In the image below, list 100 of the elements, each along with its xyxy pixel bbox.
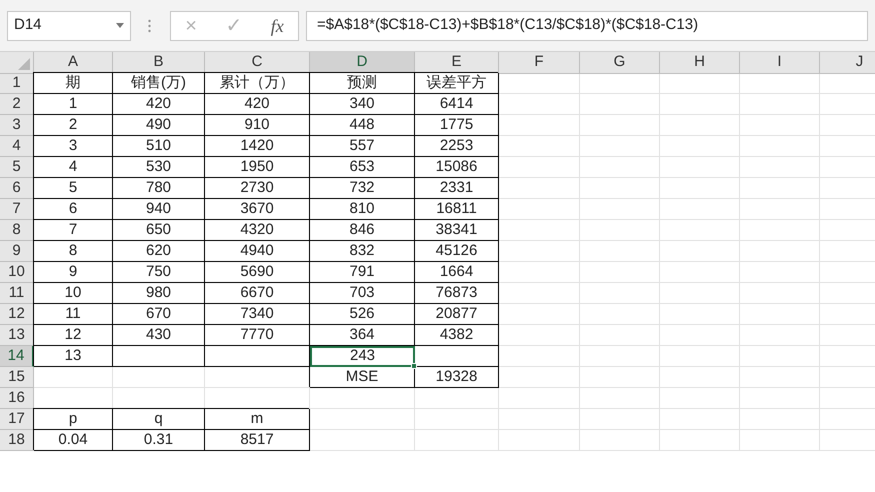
table-cell[interactable]: 1950: [205, 157, 310, 178]
row-header[interactable]: 11: [0, 283, 34, 304]
table-cell[interactable]: MSE: [310, 367, 415, 388]
table-cell[interactable]: 557: [310, 136, 415, 157]
column-header[interactable]: B: [113, 52, 205, 74]
table-cell[interactable]: 526: [310, 304, 415, 325]
table-cell[interactable]: 846: [310, 220, 415, 241]
table-cell[interactable]: 2253: [415, 136, 499, 157]
table-cell[interactable]: 15086: [415, 157, 499, 178]
table-cell[interactable]: 7340: [205, 304, 310, 325]
column-header[interactable]: A: [34, 52, 113, 74]
table-cell[interactable]: p: [34, 409, 113, 430]
table-cell[interactable]: 2730: [205, 178, 310, 199]
table-cell[interactable]: 832: [310, 241, 415, 262]
fill-handle[interactable]: [411, 363, 417, 369]
table-cell[interactable]: 12: [34, 325, 113, 346]
row-header[interactable]: 6: [0, 178, 34, 199]
table-cell[interactable]: 38341: [415, 220, 499, 241]
formula-field[interactable]: =$A$18*($C$18-C13)+$B$18*(C13/$C$18)*($C$18-C13): [306, 10, 868, 40]
row-header[interactable]: 18: [0, 430, 34, 451]
table-cell[interactable]: 误差平方: [415, 73, 499, 94]
row-header[interactable]: 13: [0, 325, 34, 346]
table-cell[interactable]: 累计（万）: [205, 73, 310, 94]
row-header[interactable]: 16: [0, 388, 34, 409]
table-cell[interactable]: 364: [310, 325, 415, 346]
row-header[interactable]: 9: [0, 241, 34, 262]
table-cell[interactable]: 4: [34, 157, 113, 178]
table-cell[interactable]: 13: [34, 346, 113, 367]
table-cell[interactable]: 预测: [310, 73, 415, 94]
row-header[interactable]: 14: [0, 346, 34, 367]
column-header[interactable]: E: [415, 52, 499, 74]
table-cell[interactable]: 6414: [415, 94, 499, 115]
column-header[interactable]: I: [740, 52, 820, 74]
column-header[interactable]: J: [820, 52, 875, 74]
table-cell[interactable]: 20877: [415, 304, 499, 325]
row-header[interactable]: 17: [0, 409, 34, 430]
table-cell[interactable]: 420: [113, 94, 205, 115]
table-cell[interactable]: 4320: [205, 220, 310, 241]
table-cell[interactable]: 910: [205, 115, 310, 136]
table-cell[interactable]: 980: [113, 283, 205, 304]
table-cell[interactable]: 6670: [205, 283, 310, 304]
row-header[interactable]: 15: [0, 367, 34, 388]
table-cell[interactable]: 16811: [415, 199, 499, 220]
table-cell[interactable]: 76873: [415, 283, 499, 304]
table-cell[interactable]: 1: [34, 94, 113, 115]
table-cell[interactable]: 0.04: [34, 430, 113, 451]
table-cell[interactable]: 1420: [205, 136, 310, 157]
table-cell[interactable]: 430: [113, 325, 205, 346]
table-cell[interactable]: 620: [113, 241, 205, 262]
table-cell[interactable]: 3670: [205, 199, 310, 220]
table-cell[interactable]: 9: [34, 262, 113, 283]
table-cell[interactable]: q: [113, 409, 205, 430]
table-cell[interactable]: 7: [34, 220, 113, 241]
row-header[interactable]: 2: [0, 94, 34, 115]
table-cell[interactable]: 4940: [205, 241, 310, 262]
column-header[interactable]: H: [660, 52, 740, 74]
table-cell[interactable]: 19328: [415, 367, 499, 388]
row-header[interactable]: 3: [0, 115, 34, 136]
table-cell[interactable]: 653: [310, 157, 415, 178]
table-cell[interactable]: 340: [310, 94, 415, 115]
table-cell[interactable]: 7770: [205, 325, 310, 346]
table-cell[interactable]: 8517: [205, 430, 310, 451]
table-cell[interactable]: 3: [34, 136, 113, 157]
column-header[interactable]: F: [499, 52, 580, 74]
table-cell[interactable]: 销售(万): [113, 73, 205, 94]
table-cell[interactable]: 940: [113, 199, 205, 220]
table-cell[interactable]: 420: [205, 94, 310, 115]
row-header[interactable]: 7: [0, 199, 34, 220]
table-cell[interactable]: 791: [310, 262, 415, 283]
table-cell[interactable]: [415, 346, 499, 367]
table-cell[interactable]: 810: [310, 199, 415, 220]
table-cell[interactable]: 5690: [205, 262, 310, 283]
table-cell[interactable]: 650: [113, 220, 205, 241]
column-header[interactable]: C: [205, 52, 310, 74]
table-cell[interactable]: 2331: [415, 178, 499, 199]
column-header[interactable]: D: [310, 52, 415, 74]
table-cell[interactable]: 530: [113, 157, 205, 178]
table-cell[interactable]: 2: [34, 115, 113, 136]
table-cell[interactable]: 732: [310, 178, 415, 199]
column-header[interactable]: G: [580, 52, 660, 74]
row-header[interactable]: 12: [0, 304, 34, 325]
table-cell[interactable]: 5: [34, 178, 113, 199]
insert-function-button[interactable]: fx: [270, 16, 284, 34]
table-cell[interactable]: [113, 346, 205, 367]
table-cell[interactable]: 8: [34, 241, 113, 262]
row-header[interactable]: 8: [0, 220, 34, 241]
table-cell[interactable]: 510: [113, 136, 205, 157]
table-cell[interactable]: 6: [34, 199, 113, 220]
table-cell[interactable]: 11: [34, 304, 113, 325]
name-box[interactable]: D14: [7, 10, 131, 40]
table-cell[interactable]: 45126: [415, 241, 499, 262]
row-header[interactable]: 10: [0, 262, 34, 283]
table-cell[interactable]: 703: [310, 283, 415, 304]
row-header[interactable]: 5: [0, 157, 34, 178]
table-cell[interactable]: 0.31: [113, 430, 205, 451]
table-cell[interactable]: [205, 346, 310, 367]
table-cell[interactable]: 448: [310, 115, 415, 136]
table-cell[interactable]: 1775: [415, 115, 499, 136]
row-header[interactable]: 4: [0, 136, 34, 157]
table-cell[interactable]: 670: [113, 304, 205, 325]
